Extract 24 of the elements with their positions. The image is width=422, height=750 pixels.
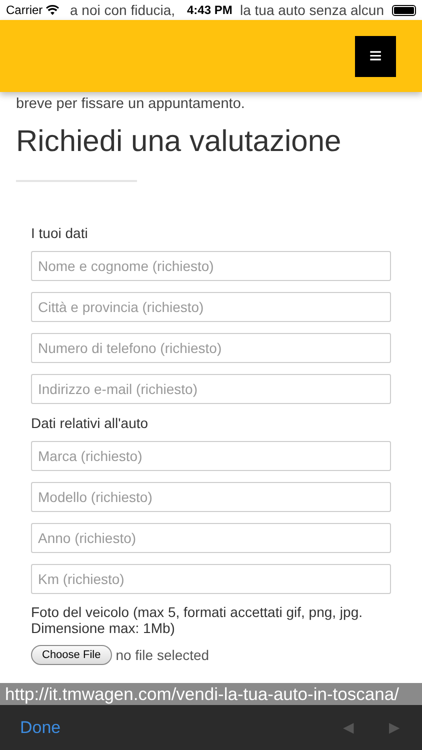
done-button[interactable]: Done — [20, 714, 61, 740]
input-field[interactable]: Km (richiesto) — [31, 564, 391, 594]
file-status: no file selected — [116, 646, 210, 664]
page-heading: Richiedi una valutazione — [15, 124, 342, 160]
section-title: I tuoi dati — [31, 224, 89, 242]
intro-text: a noi con fiducia, — [70, 0, 176, 20]
wifi-icon — [46, 5, 59, 15]
url-text: http://it.tmwagen.com/vendi-la-tua-auto-in-toscana/ — [0, 683, 422, 705]
photo-label: Foto del veicolo (max 5, formati accettati gif, png, jpg. Dimensione max: 1Mb) — [31, 604, 364, 636]
input-field[interactable]: Città e provincia (richiesto) — [31, 292, 391, 322]
choose-file-button[interactable]: Choose File — [31, 645, 112, 665]
input-field[interactable]: Anno (richiesto) — [31, 522, 391, 552]
intro-text: breve per fissare un appuntamento. — [16, 95, 246, 114]
input-field[interactable]: Marca (richiesto) — [31, 440, 391, 470]
intro-text: la tua auto senza alcun — [240, 0, 384, 20]
input-field[interactable]: Numero di telefono (richiesto) — [31, 332, 391, 362]
carrier-text: Carrier — [6, 2, 43, 19]
input-field[interactable]: Nome e cognome (richiesto) — [31, 250, 391, 280]
input-field[interactable]: Indirizzo e-mail (richiesto) — [31, 374, 391, 404]
input-field[interactable]: Modello (richiesto) — [31, 482, 391, 512]
section-title: Dati relativi all'auto — [31, 414, 150, 432]
battery-icon — [392, 4, 416, 16]
menu-button[interactable]: ≡ — [355, 36, 396, 76]
clock-text: 4:43 PM — [187, 2, 232, 19]
